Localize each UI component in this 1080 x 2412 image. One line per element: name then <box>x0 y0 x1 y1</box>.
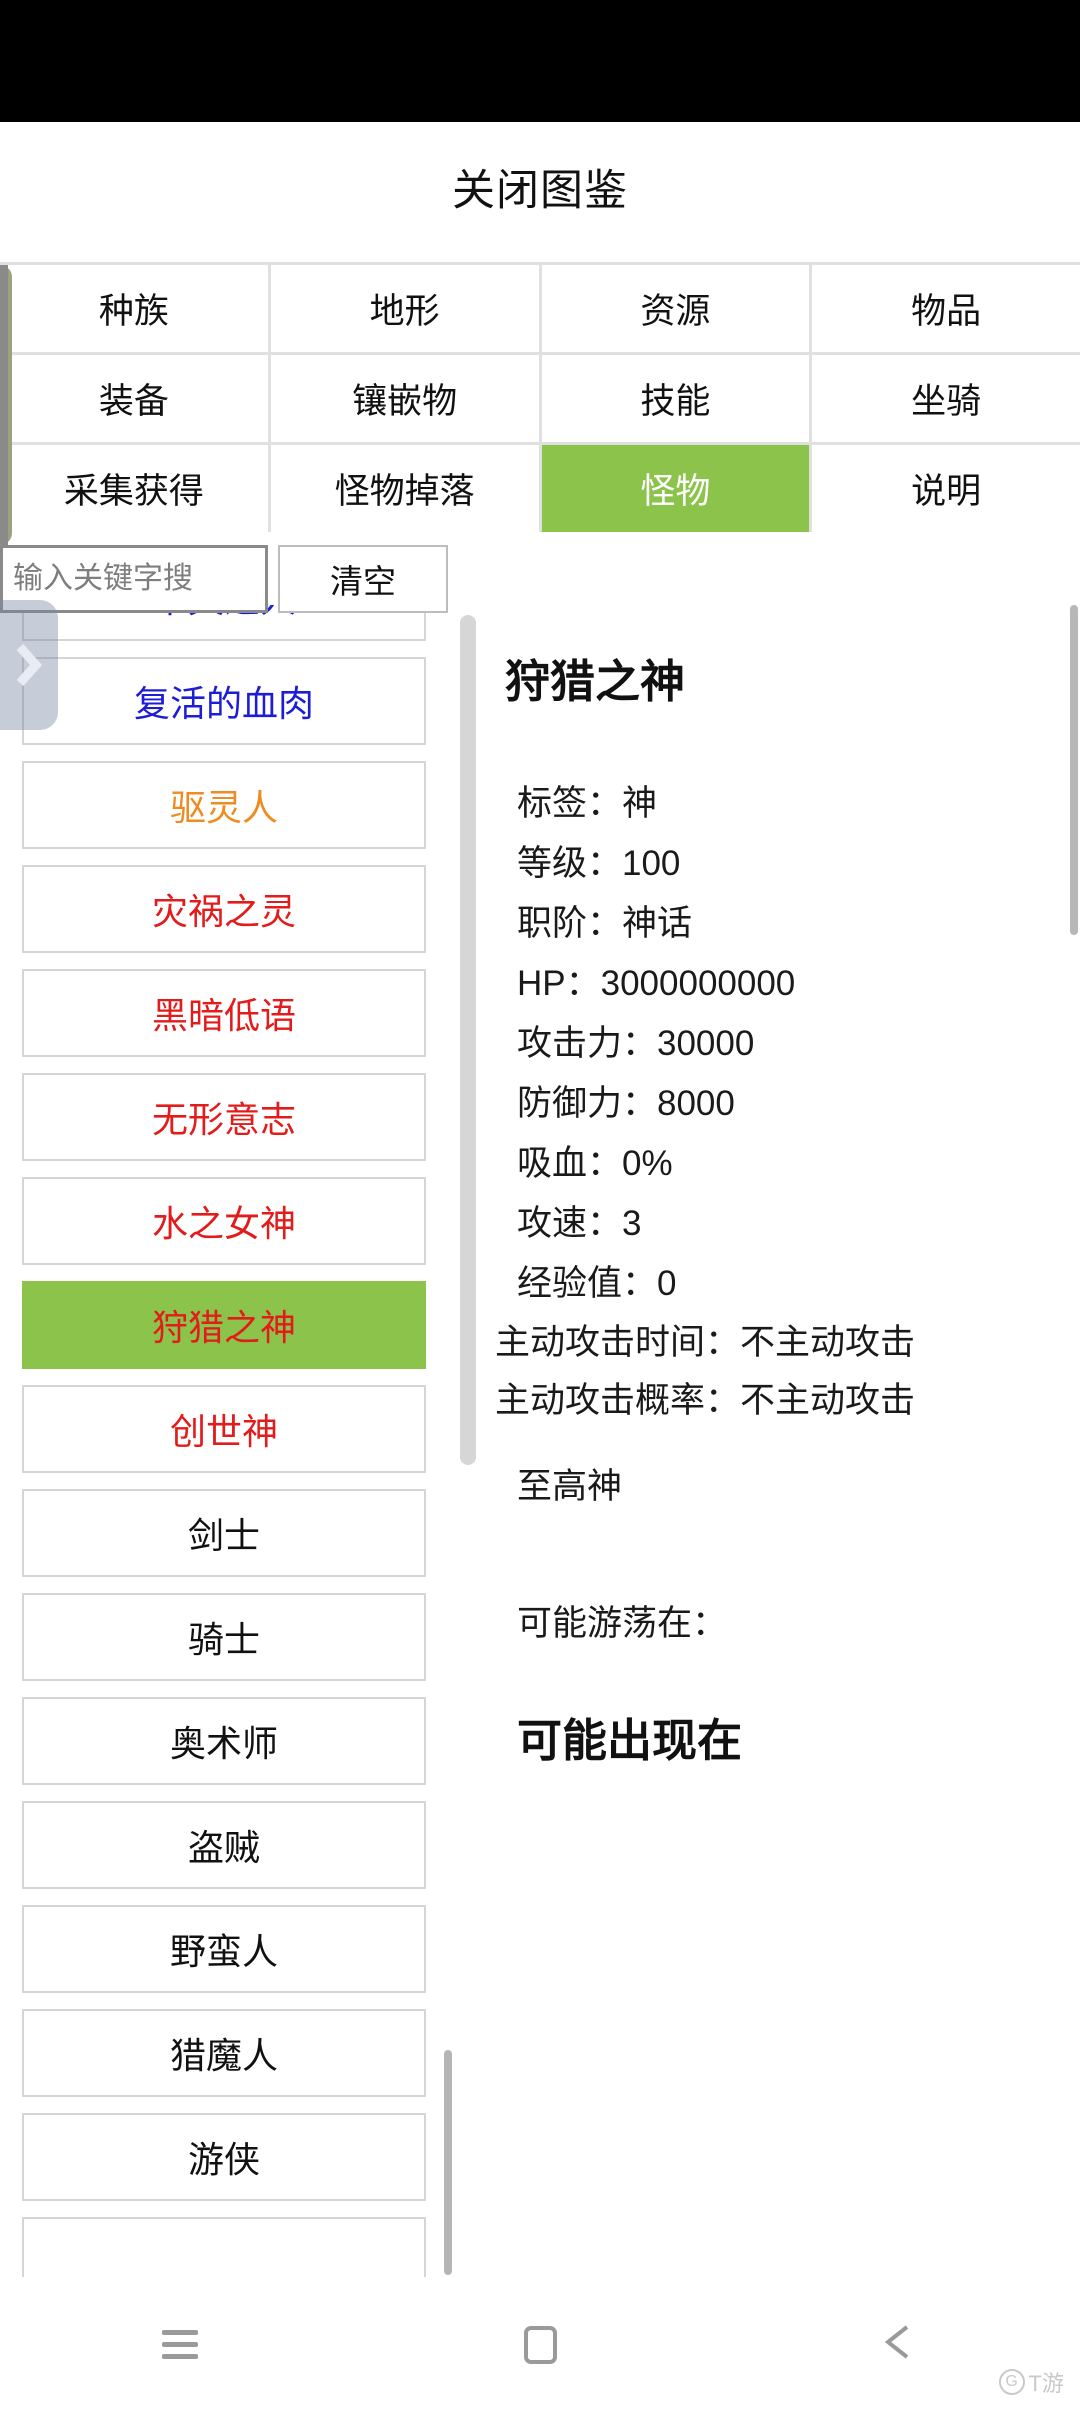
detail-appear-label: 可能出现在 <box>517 1715 743 1766</box>
watermark: G T游 <box>998 2366 1064 2398</box>
nav-home-button[interactable] <box>480 2295 600 2395</box>
detail-scrollbar[interactable] <box>1070 605 1078 2277</box>
list-scrollbar-thumb[interactable] <box>444 2050 452 2275</box>
list-item[interactable]: 狩猎之神 <box>22 1281 426 1369</box>
back-icon <box>879 2321 921 2368</box>
list-item[interactable]: 创世神 <box>22 1385 426 1473</box>
edge-accent-sliver-inner <box>0 265 8 545</box>
detail-active-attack-rate: 主动攻击概率：不主动攻击 <box>495 1381 916 1420</box>
detail-title: 狩猎之神 <box>505 656 686 707</box>
home-icon <box>523 2325 557 2364</box>
list-item[interactable]: 野蛮人 <box>22 1905 426 1993</box>
tab-ziyuan[interactable]: 资源 <box>541 265 810 352</box>
drawer-toggle-button[interactable] <box>0 600 58 730</box>
detail-stat-row: 防御力：8000 <box>517 1084 735 1123</box>
monster-list-pane[interactable]: 不灭之人复活的血肉驱灵人灾祸之灵黑暗低语无形意志水之女神狩猎之神创世神剑士骑士奥… <box>0 605 448 2277</box>
detail-stat-row: HP：3000000000 <box>517 964 796 1003</box>
detail-scrollbar-thumb[interactable] <box>1070 605 1078 935</box>
title-bar: 关闭图鉴 <box>0 122 1080 262</box>
list-item[interactable]: 驱灵人 <box>22 761 426 849</box>
main-content: 不灭之人复活的血肉驱灵人灾祸之灵黑暗低语无形意志水之女神狩猎之神创世神剑士骑士奥… <box>0 605 1080 2277</box>
tab-shuoming[interactable]: 说明 <box>812 445 1080 532</box>
detail-stats-list: 标签：神等级：100 职阶：神话 HP：3000000000 攻击力：30000 防御力… <box>517 774 1080 1314</box>
list-item[interactable]: 黑暗低语 <box>22 969 426 1057</box>
detail-stat-row: 攻速：3 <box>517 1204 642 1243</box>
app-screen: 关闭图鉴 种族 地形 资源 物品 装备 镶嵌物 技能 坐骑 采集获得 怪物掉落 … <box>0 0 1080 2412</box>
list-item[interactable]: 无形意志 <box>22 1073 426 1161</box>
system-navigation-bar <box>0 2277 1080 2412</box>
detail-roam-label: 可能游荡在： <box>517 1604 728 1643</box>
tab-guaiwudiaoluo[interactable]: 怪物掉落 <box>270 445 539 532</box>
detail-stat-row: 攻击力：30000 <box>517 1024 755 1063</box>
list-item[interactable] <box>22 2217 426 2277</box>
list-item[interactable]: 骑士 <box>22 1593 426 1681</box>
page-scrollbar-thumb[interactable] <box>460 615 476 1465</box>
list-item[interactable]: 盗贼 <box>22 1801 426 1889</box>
search-row: 清空 <box>0 543 472 615</box>
tab-jineng[interactable]: 技能 <box>541 355 810 442</box>
list-item[interactable]: 剑士 <box>22 1489 426 1577</box>
tab-wupin[interactable]: 物品 <box>812 265 1080 352</box>
tab-xiangqianwu[interactable]: 镶嵌物 <box>270 355 539 442</box>
nav-recents-button[interactable] <box>120 2295 240 2395</box>
detail-stat-row: 吸血：0% <box>517 1144 673 1183</box>
recents-icon <box>162 2323 198 2366</box>
tab-zuoqi[interactable]: 坐骑 <box>812 355 1080 442</box>
list-item[interactable]: 猎魔人 <box>22 2009 426 2097</box>
list-item[interactable]: 奥术师 <box>22 1697 426 1785</box>
watermark-logo-icon: G <box>998 2369 1025 2395</box>
detail-active-attack-time: 主动攻击时间：不主动攻击 <box>495 1323 916 1362</box>
tab-zhongzu[interactable]: 种族 <box>0 265 268 352</box>
tab-zhuangbei[interactable]: 装备 <box>0 355 268 442</box>
detail-stat-row: 等级：100 <box>517 844 681 883</box>
category-tab-grid: 种族 地形 资源 物品 装备 镶嵌物 技能 坐骑 采集获得 怪物掉落 怪物 说明 <box>0 262 1080 532</box>
clear-button[interactable]: 清空 <box>278 545 448 613</box>
monster-list: 不灭之人复活的血肉驱灵人灾祸之灵黑暗低语无形意志水之女神狩猎之神创世神剑士骑士奥… <box>0 605 448 2277</box>
chevron-right-icon <box>14 641 44 689</box>
list-item[interactable]: 复活的血肉 <box>22 657 426 745</box>
detail-note: 至高神 <box>517 1467 623 1506</box>
watermark-text: T游 <box>1028 2371 1064 2396</box>
detail-stat-row: 职阶：神话 <box>517 904 693 943</box>
tab-caijihuode[interactable]: 采集获得 <box>0 445 268 532</box>
tab-guaiwu[interactable]: 怪物 <box>541 445 810 532</box>
tab-dixing[interactable]: 地形 <box>270 265 539 352</box>
status-bar <box>0 0 1080 122</box>
detail-stat-row: 标签：神 <box>517 784 658 823</box>
monster-detail-pane: 狩猎之神 标签：神等级：100 职阶：神话 HP：3000000000 攻击力：300… <box>495 605 1080 2277</box>
page-scrollbar[interactable] <box>460 605 476 2277</box>
list-item[interactable]: 灾祸之灵 <box>22 865 426 953</box>
page-title[interactable]: 关闭图鉴 <box>0 156 1080 218</box>
list-item[interactable]: 游侠 <box>22 2113 426 2201</box>
detail-stat-row: 经验值：0 <box>517 1264 677 1303</box>
nav-back-button[interactable] <box>840 2295 960 2395</box>
list-item[interactable]: 水之女神 <box>22 1177 426 1265</box>
list-scrollbar[interactable] <box>444 605 452 2277</box>
